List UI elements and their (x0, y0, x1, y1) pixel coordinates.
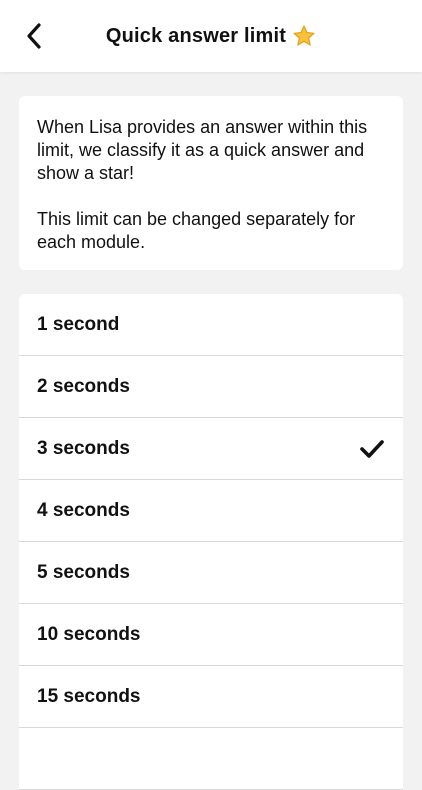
option-label: 15 seconds (37, 685, 141, 707)
option-label: 4 seconds (37, 499, 130, 521)
option-partial[interactable] (19, 728, 403, 790)
option-4-seconds[interactable]: 4 seconds (19, 480, 403, 542)
title-group: Quick answer limit (106, 24, 316, 48)
option-3-seconds[interactable]: 3 seconds (19, 418, 403, 480)
option-10-seconds[interactable]: 10 seconds (19, 604, 403, 666)
option-label: 3 seconds (37, 437, 130, 459)
checkmark-icon (360, 439, 384, 458)
chevron-left-icon (27, 23, 41, 49)
limit-options-list: 1 second 2 seconds 3 seconds 4 seconds 5… (19, 294, 403, 790)
option-label: 10 seconds (37, 623, 141, 645)
option-5-seconds[interactable]: 5 seconds (19, 542, 403, 604)
info-paragraph-1: When Lisa provides an answer within this… (37, 117, 368, 183)
info-card: When Lisa provides an answer within this… (19, 96, 403, 270)
option-label: 5 seconds (37, 561, 130, 583)
option-2-seconds[interactable]: 2 seconds (19, 356, 403, 418)
top-bar: Quick answer limit (0, 0, 422, 72)
option-1-second[interactable]: 1 second (19, 294, 403, 356)
back-button[interactable] (18, 20, 50, 52)
option-15-seconds[interactable]: 15 seconds (19, 666, 403, 728)
info-paragraph-2: This limit can be changed separately for… (37, 209, 356, 252)
option-label: 2 seconds (37, 375, 130, 397)
option-label: 1 second (37, 313, 120, 335)
star-icon (293, 25, 315, 46)
page-title: Quick answer limit (105, 24, 287, 47)
